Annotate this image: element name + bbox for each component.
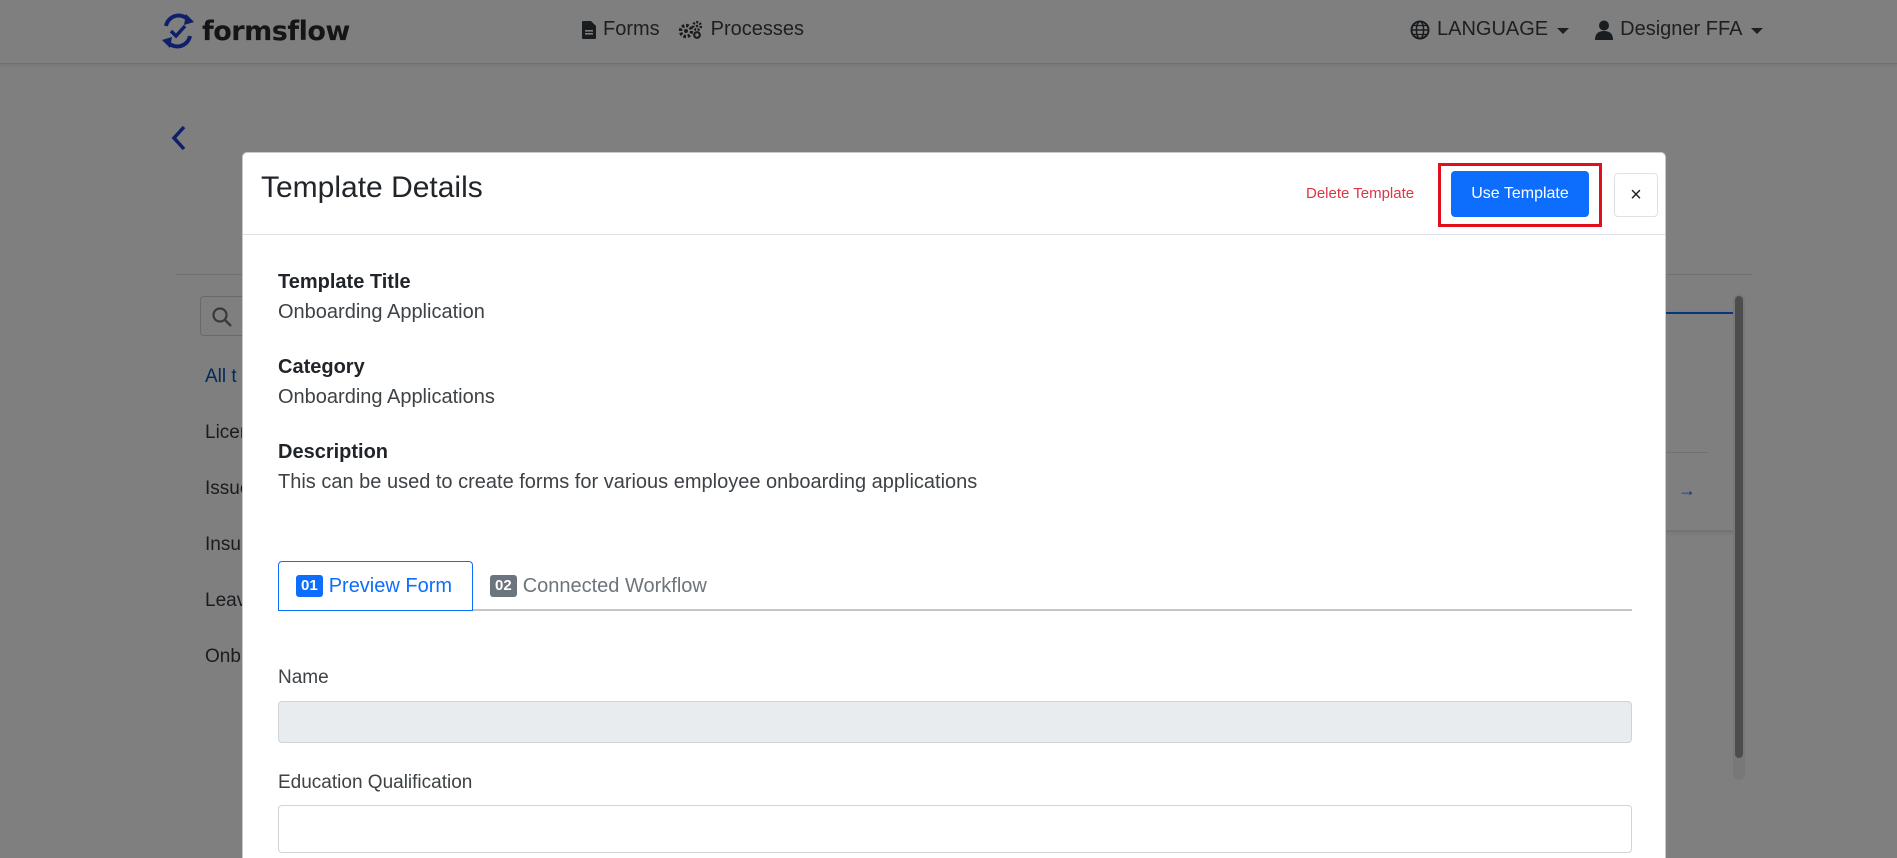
tab-label: Connected Workflow xyxy=(522,574,707,597)
close-icon: × xyxy=(1630,183,1642,206)
tab-connected-workflow[interactable]: 02 Connected Workflow xyxy=(490,561,707,611)
modal-header: Template Details Delete Template Use Tem… xyxy=(243,153,1665,235)
tab-number-badge: 02 xyxy=(490,575,517,597)
field-value: Onboarding Applications xyxy=(278,386,495,408)
name-input[interactable] xyxy=(278,701,1632,743)
field-value: This can be used to create forms for var… xyxy=(278,471,978,493)
field-label: Category xyxy=(278,356,365,378)
education-qualification-label: Education Qualification xyxy=(278,772,473,793)
use-template-button[interactable]: Use Template xyxy=(1451,171,1589,217)
education-qualification-input[interactable] xyxy=(278,805,1632,853)
modal-title: Template Details xyxy=(261,171,483,204)
template-details-modal: Template Details Delete Template Use Tem… xyxy=(242,152,1666,858)
name-label: Name xyxy=(278,667,329,688)
close-button[interactable]: × xyxy=(1614,173,1658,217)
template-tabs: 01 Preview Form 02 Connected Workflow xyxy=(278,561,1632,611)
tab-number-badge: 01 xyxy=(296,575,323,597)
delete-template-button[interactable]: Delete Template xyxy=(1306,185,1414,202)
field-label: Template Title xyxy=(278,271,411,293)
field-value: Onboarding Application xyxy=(278,301,485,323)
field-label: Description xyxy=(278,441,389,463)
template-title-field: Template Title Onboarding Application xyxy=(278,271,485,324)
description-field: Description This can be used to create f… xyxy=(278,441,977,494)
tab-label: Preview Form xyxy=(328,574,453,597)
category-field: Category Onboarding Applications xyxy=(278,356,495,409)
tab-preview-form[interactable]: 01 Preview Form xyxy=(278,561,473,611)
